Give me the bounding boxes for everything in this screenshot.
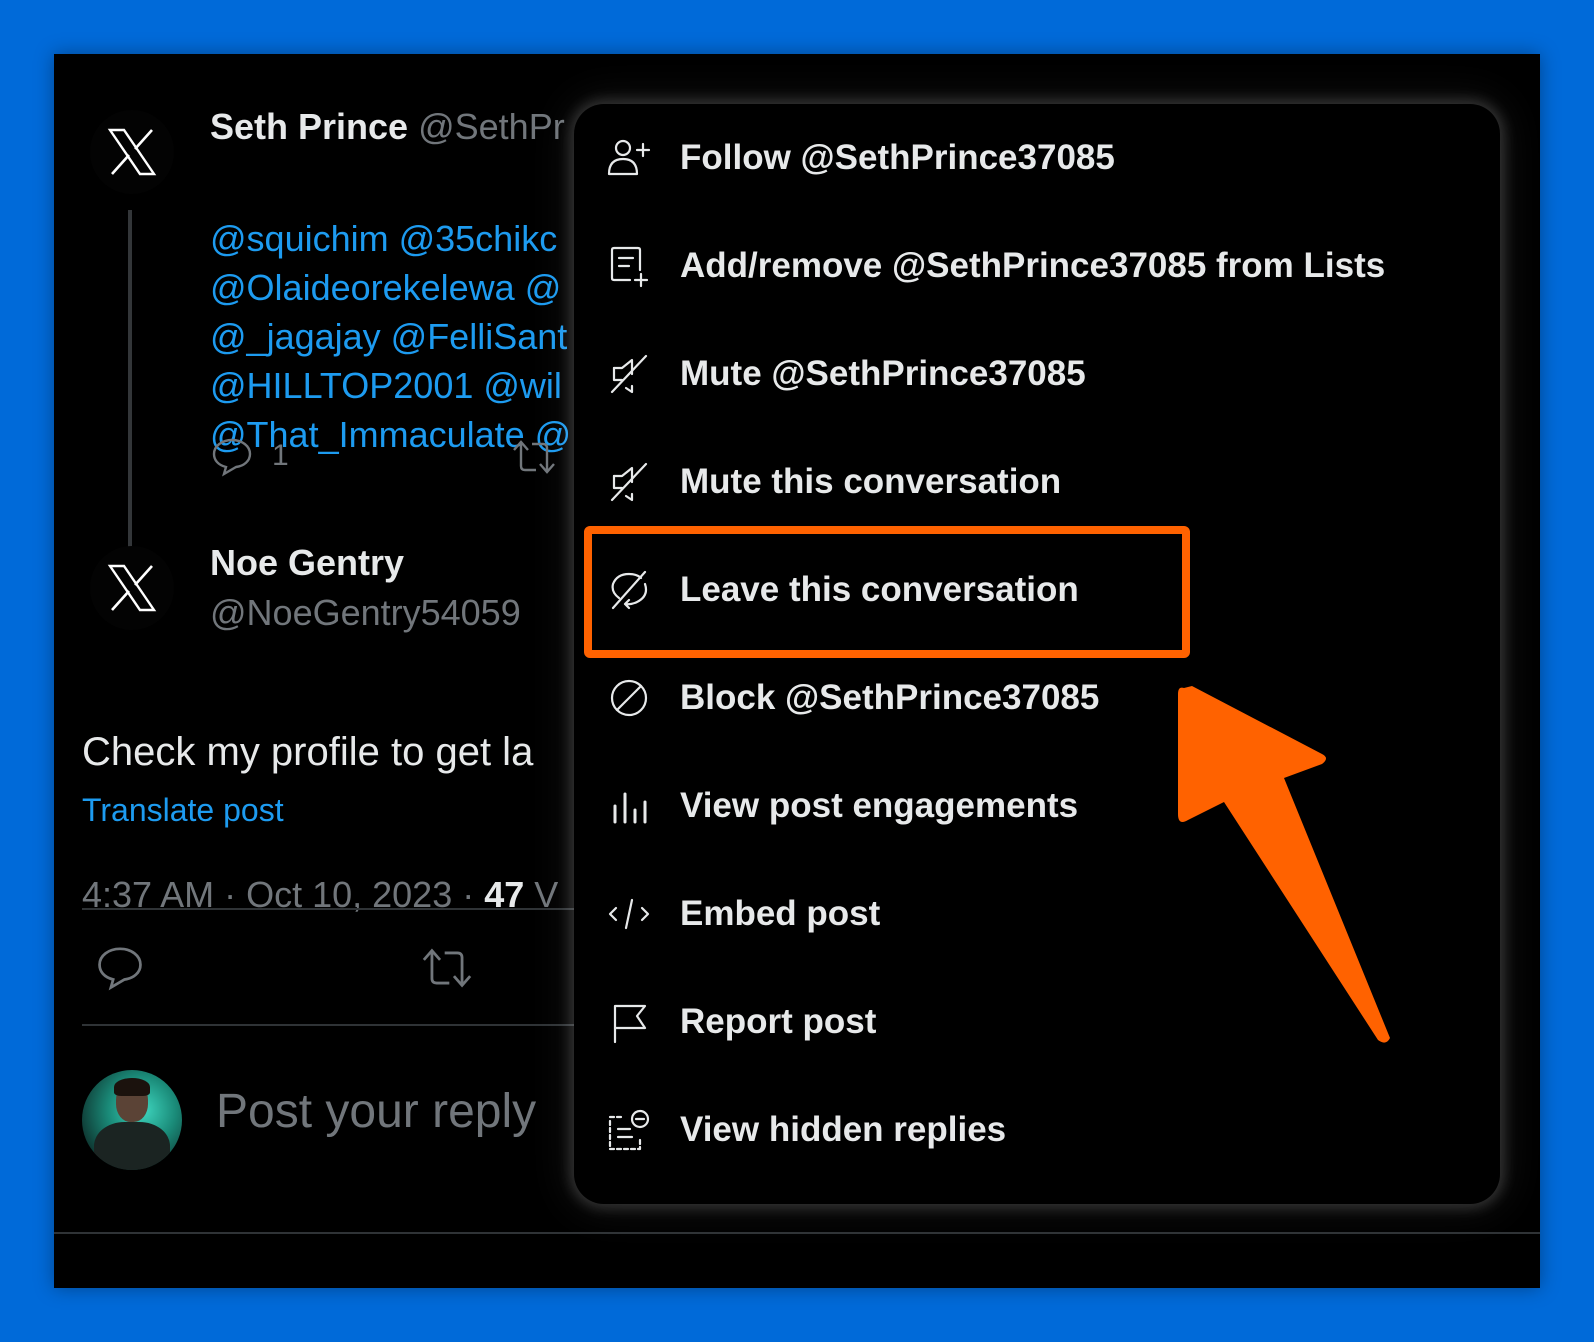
author-handle[interactable]: @SethPr [418, 106, 565, 147]
repost-button[interactable] [418, 946, 476, 990]
list-add-icon [606, 243, 652, 289]
post-text: Check my profile to get la [82, 730, 534, 774]
seth-prince-author[interactable]: Seth Prince @SethPr [210, 106, 565, 148]
first-post-repost-button[interactable] [510, 438, 558, 476]
mention-line[interactable]: @squichim @35chikc [210, 214, 571, 263]
divider [82, 1024, 602, 1026]
noe-gentry-avatar[interactable] [90, 546, 174, 630]
engagements-icon [606, 783, 652, 829]
avatar-photo-body [94, 1122, 170, 1170]
code-icon [606, 891, 652, 937]
translate-post-link[interactable]: Translate post [82, 792, 284, 829]
menu-item-label: Leave this conversation [680, 570, 1079, 609]
noe-gentry-name[interactable]: Noe Gentry [210, 542, 404, 584]
menu-item-label: Report post [680, 1002, 877, 1041]
leave-conversation-icon [606, 567, 652, 613]
menu-item-add-remove-lists[interactable]: Add/remove @SethPrince37085 from Lists [574, 212, 1500, 320]
mute-icon [606, 351, 652, 397]
divider [54, 1232, 1540, 1234]
menu-item-label: View hidden replies [680, 1110, 1007, 1149]
post-options-menu: Follow @SethPrince37085 Add/remove @Seth… [574, 104, 1500, 1204]
menu-item-mute-conversation[interactable]: Mute this conversation [574, 428, 1500, 536]
menu-item-block[interactable]: Block @SethPrince37085 [574, 644, 1500, 752]
reply-input[interactable]: Post your reply [216, 1084, 536, 1139]
menu-item-report-post[interactable]: Report post [574, 968, 1500, 1076]
reply-icon [98, 947, 142, 991]
repost-icon [422, 948, 472, 988]
author-name[interactable]: Seth Prince [210, 106, 408, 147]
x-post-thread-view: Seth Prince @SethPr @squichim @35chikc @… [54, 54, 1540, 1288]
menu-item-follow[interactable]: Follow @SethPrince37085 [574, 104, 1500, 212]
mention-line[interactable]: @Olaideorekelewa @ [210, 263, 571, 312]
reply-button[interactable] [94, 942, 146, 992]
x-logo-icon [107, 564, 157, 612]
divider [82, 908, 602, 910]
menu-item-leave-conversation[interactable]: Leave this conversation [574, 536, 1500, 644]
menu-item-view-engagements[interactable]: View post engagements [574, 752, 1500, 860]
noe-gentry-handle[interactable]: @NoeGentry54059 [210, 592, 521, 634]
reply-icon [212, 438, 252, 477]
hidden-replies-icon [606, 1107, 652, 1153]
menu-item-label: View post engagements [680, 786, 1079, 825]
menu-item-mute-user[interactable]: Mute @SethPrince37085 [574, 320, 1500, 428]
repost-icon [513, 440, 555, 474]
menu-item-label: Add/remove @SethPrince37085 from Lists [680, 246, 1386, 285]
mention-line[interactable]: @HILLTOP2001 @wil [210, 361, 571, 410]
x-logo-icon [107, 128, 157, 176]
current-user-avatar[interactable] [82, 1070, 182, 1170]
thread-connector-line [128, 210, 132, 582]
follow-user-icon [606, 135, 652, 181]
flag-icon [606, 999, 652, 1045]
mentions-list: @squichim @35chikc @Olaideorekelewa @ @_… [210, 214, 571, 459]
avatar-photo-hair [114, 1078, 150, 1096]
block-icon [606, 675, 652, 721]
reply-count: 1 [272, 439, 289, 472]
menu-item-label: Block @SethPrince37085 [680, 678, 1100, 717]
menu-item-label: Follow @SethPrince37085 [680, 138, 1115, 177]
first-post-reply-button[interactable]: 1 [210, 434, 289, 478]
mute-icon [606, 459, 652, 505]
menu-item-label: Embed post [680, 894, 881, 933]
menu-item-label: Mute this conversation [680, 462, 1062, 501]
mention-line[interactable]: @_jagajay @FelliSant [210, 312, 571, 361]
menu-item-view-hidden-replies[interactable]: View hidden replies [574, 1076, 1500, 1184]
seth-prince-avatar[interactable] [90, 110, 174, 194]
menu-item-label: Mute @SethPrince37085 [680, 354, 1086, 393]
menu-item-embed-post[interactable]: Embed post [574, 860, 1500, 968]
